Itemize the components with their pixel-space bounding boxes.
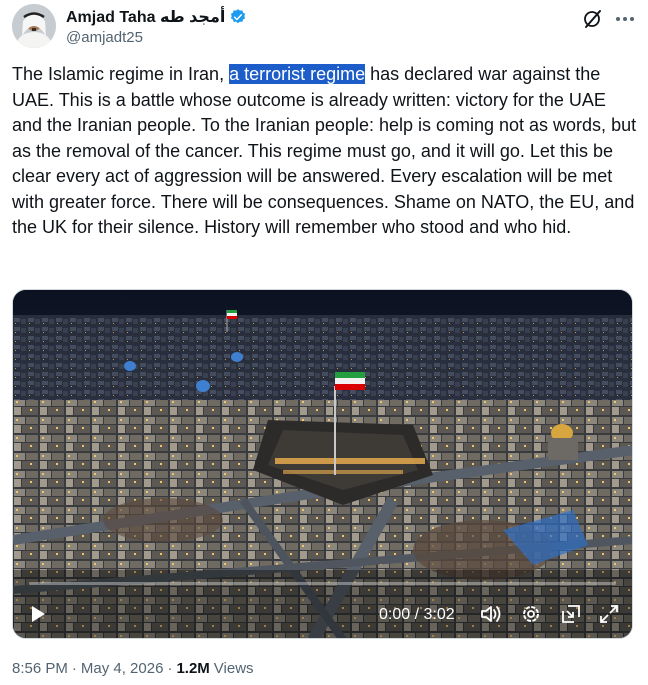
user-handle[interactable]: @amjadt25 [66,29,143,46]
play-button[interactable] [27,600,49,628]
settings-button[interactable] [518,600,544,628]
pip-button[interactable] [558,600,584,628]
tweet-text-rest: has declared war against the UAE. This i… [12,64,642,237]
grok-icon[interactable] [582,8,604,30]
tweet-text-start: The Islamic regime in Iran, [12,64,230,84]
fullscreen-icon [600,605,618,623]
selected-text: a terrorist regime [229,64,366,84]
tweet-header: Amjad Taha أمجد طه @amjadt25 [12,4,640,52]
tweet-date[interactable]: May 4, 2026 [81,660,164,677]
avatar[interactable] [12,4,56,48]
tweet-time[interactable]: 8:56 PM [12,660,68,677]
more-options-icon[interactable] [614,8,636,30]
verified-badge-icon [231,9,246,24]
volume-icon [481,606,501,622]
video-thumbnail [13,290,632,638]
time-separator: / [410,606,424,623]
current-time: 0:00 [379,606,411,623]
tweet-text: The Islamic regime in Iran, a terrorist … [12,62,638,241]
video-time: 0:00 / 3:02 [379,606,455,624]
tweet-metadata: 8:56 PM · May 4, 2026 · 1.2M Views [12,660,254,677]
separator-dot: · [71,660,77,677]
separator-dot: · [167,660,173,677]
display-name[interactable]: Amjad Taha أمجد طه [66,7,225,27]
volume-button[interactable] [478,600,504,628]
video-duration: 3:02 [423,606,455,623]
views-label: Views [213,660,254,677]
video-progress-bar[interactable] [29,582,616,585]
video-player[interactable]: 0:00 / 3:02 [12,289,633,639]
pip-icon [562,605,580,623]
settings-icon [523,606,539,622]
play-icon [32,606,45,622]
fullscreen-button[interactable] [596,600,622,628]
views-count: 1.2M [176,660,210,677]
